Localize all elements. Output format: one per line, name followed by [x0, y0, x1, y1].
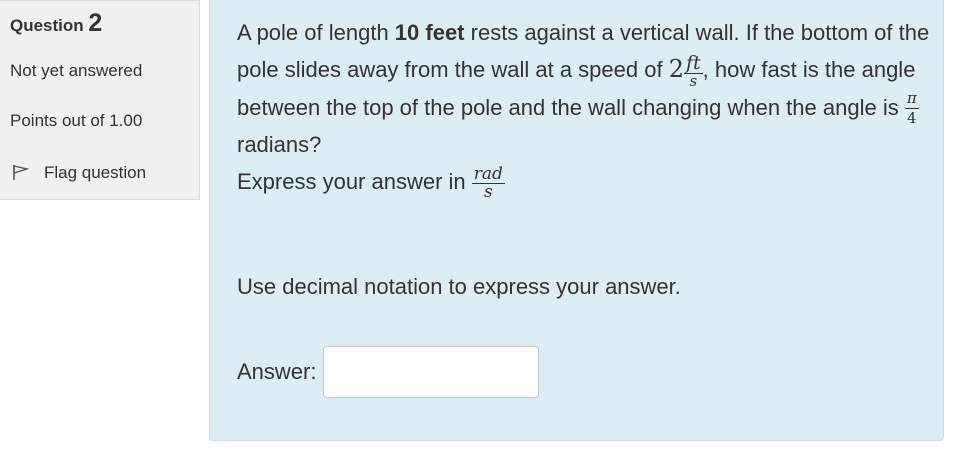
question-text-part: radians? [237, 132, 322, 158]
question-text-part: A pole of length [237, 20, 395, 45]
question-grade: Points out of 1.00 [10, 111, 143, 130]
flag-icon [10, 159, 44, 186]
answer-unit-fraction: rad s [471, 166, 505, 203]
question-label: Question [10, 16, 84, 35]
speed-value: 2 [668, 55, 684, 83]
instruction-text: Use decimal notation to express your ans… [237, 274, 681, 299]
speed-unit-numerator: ft [683, 51, 703, 74]
angle-numerator: π [904, 89, 919, 110]
angle-fraction: π4 [904, 89, 919, 128]
question-content: A pole of length 10 feet rests against a… [209, 0, 944, 441]
question-text-part: Express your answer in [237, 169, 472, 195]
question-number: Question 2 [10, 9, 102, 38]
answer-row: Answer: [237, 346, 540, 398]
angle-denominator: 4 [906, 109, 917, 128]
question-text: A pole of length 10 feet rests against a… [237, 14, 937, 201]
speed-unit-fraction: ft s [683, 51, 703, 90]
answer-unit-denominator: s [483, 182, 493, 203]
question-info-panel: Question 2 Not yet answered Points out o… [0, 0, 200, 200]
flag-question-label: Flag question [44, 162, 147, 182]
pole-length: 10 feet [394, 20, 465, 45]
flag-question-link[interactable]: Flag question [10, 159, 146, 186]
answer-label: Answer: [237, 359, 317, 384]
answer-input[interactable] [323, 346, 540, 398]
question-number-value: 2 [88, 9, 103, 37]
question-state: Not yet answered [10, 61, 143, 80]
speed-unit-denominator: s [689, 71, 698, 90]
